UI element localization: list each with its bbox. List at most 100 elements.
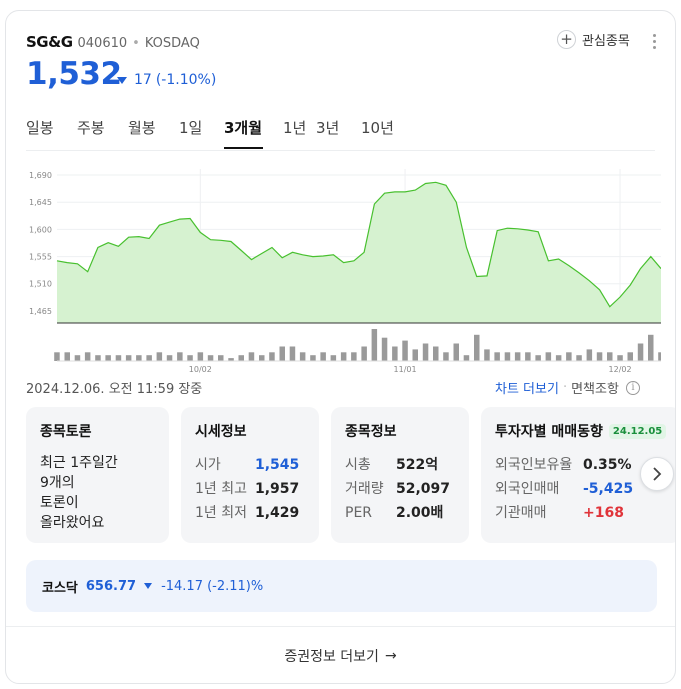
volume-bar — [197, 352, 204, 361]
price-chart[interactable]: 1,690 1,645 1,600 1,555 1,510 1,465 10/02 11/01… — [21, 161, 661, 376]
link-separator: · — [562, 380, 568, 395]
investor-date-badge: 24.12.05 — [608, 423, 667, 439]
more-options-icon[interactable] — [646, 31, 662, 51]
next-panel-button[interactable] — [640, 457, 674, 491]
volume-bar — [412, 349, 418, 361]
volume-bar — [494, 352, 500, 361]
volume-bar — [453, 343, 459, 361]
volume-bar — [146, 355, 152, 361]
tab-monthly[interactable]: 월봉 — [128, 115, 179, 149]
discussion-panel[interactable]: 종목토론 최근 1주일간 9개의 토론이 올라왔어요 — [26, 407, 169, 543]
y-tick-label: 1,645 — [29, 198, 52, 207]
quote-panel[interactable]: 시세정보 시가 1,545 1년 최고 1,957 1년 최저 1,429 — [181, 407, 319, 543]
volume-bar — [484, 349, 490, 361]
stock-market: KOSDAQ — [144, 36, 200, 51]
volume-bar — [156, 352, 163, 361]
quote-value: 1,545 — [255, 457, 300, 473]
volume-bar — [279, 346, 285, 361]
discussion-line: 최근 1주일간 — [40, 455, 118, 471]
investor-title: 투자자별 매매동향 24.12.05 — [495, 421, 667, 441]
volume-bar — [381, 337, 388, 361]
tab-3year[interactable]: 3년 — [316, 115, 361, 149]
y-tick-label: 1,465 — [29, 307, 52, 316]
tab-weekly[interactable]: 주봉 — [77, 115, 128, 149]
volume-bar — [340, 352, 347, 361]
disclaimer-link[interactable]: 면책조항 — [571, 378, 619, 397]
quote-row: 1년 최저 1,429 — [195, 501, 305, 525]
volume-bar — [504, 352, 511, 361]
volume-bar — [269, 352, 275, 361]
quote-key: 1년 최고 — [195, 481, 247, 497]
volume-bar — [535, 355, 541, 361]
watchlist-label: 관심종목 — [582, 34, 630, 49]
quote-row: 1년 최고 1,957 — [195, 477, 305, 501]
quote-value: 1,429 — [255, 505, 300, 521]
quote-title: 시세정보 — [195, 424, 247, 440]
investor-key: 외국인보유율 — [495, 457, 573, 473]
stockinfo-value: 522억 — [396, 457, 439, 473]
kosdaq-index[interactable]: 코스닥 656.77 -14.17 (-2.11)% — [26, 560, 657, 612]
more-stock-info-link[interactable]: 증권정보 더보기 → — [6, 627, 675, 683]
chart-links: 차트 더보기 · 면책조항 i — [495, 378, 640, 397]
stockinfo-row: PER 2.00배 — [345, 501, 455, 525]
arrow-right-icon: → — [384, 648, 397, 664]
volume-bar — [545, 352, 552, 361]
volume-bar — [177, 352, 183, 361]
stockinfo-key: PER — [345, 505, 373, 521]
stockinfo-key: 거래량 — [345, 481, 384, 497]
current-price: 1,532 — [26, 56, 122, 92]
volume-bar — [105, 355, 111, 361]
plus-icon: + — [557, 30, 576, 49]
volume-bar — [74, 355, 81, 361]
separator-dot: • — [132, 36, 140, 51]
volume-bar — [310, 355, 316, 361]
stockinfo-key: 시총 — [345, 457, 371, 473]
volume-bar — [259, 355, 265, 361]
stock-name[interactable]: SG&G — [26, 33, 73, 51]
discussion-title: 종목토론 — [40, 424, 92, 440]
investor-key: 외국인매매 — [495, 481, 560, 497]
down-triangle-icon — [117, 76, 127, 84]
quote-key: 시가 — [195, 457, 221, 473]
volume-bar — [320, 352, 326, 361]
price-area — [57, 182, 661, 323]
stock-code: 040610 — [77, 36, 128, 51]
stockinfo-rows: 시총 522억 거래량 52,097 PER 2.00배 — [345, 453, 455, 525]
kosdaq-change-text: -14.17 (-2.11)% — [161, 578, 264, 594]
chart-more-link[interactable]: 차트 더보기 — [495, 378, 559, 397]
volume-bar — [586, 349, 593, 361]
tab-daily[interactable]: 일봉 — [26, 115, 77, 149]
investor-value: -5,425 — [583, 481, 634, 497]
tab-10year[interactable]: 10년 — [361, 115, 406, 149]
investor-value: 0.35% — [583, 457, 632, 473]
volume-bar — [207, 355, 214, 361]
x-tick-label: 11/01 — [394, 365, 417, 374]
tab-1year[interactable]: 1년 — [283, 115, 316, 149]
volume-bar — [658, 352, 661, 361]
volume-bar — [330, 355, 337, 361]
price-change: 17 (-1.10%) — [117, 72, 216, 88]
volume-bar — [402, 340, 408, 361]
stock-card: SG&G 040610 • KOSDAQ + 관심종목 1,532 17 (-1… — [5, 10, 676, 684]
volume-bar — [566, 352, 572, 361]
tab-divider — [26, 150, 655, 151]
volume-bar — [166, 355, 173, 361]
stockinfo-panel[interactable]: 종목정보 시총 522억 거래량 52,097 PER 2.00배 — [331, 407, 469, 543]
kosdaq-value: 656.77 — [85, 578, 137, 594]
info-icon[interactable]: i — [625, 380, 640, 395]
volume-bar — [648, 334, 654, 361]
investor-row: 기관매매 +168 — [495, 501, 667, 525]
watchlist-button[interactable]: + 관심종목 — [557, 30, 630, 49]
volume-bar — [617, 355, 623, 361]
volume-bar — [299, 352, 306, 361]
tab-3month[interactable]: 3개월 — [224, 115, 263, 149]
volume-bar — [136, 355, 142, 361]
volume-bar — [371, 329, 378, 361]
volume-bar — [627, 352, 633, 361]
volume-bar — [555, 355, 562, 361]
x-tick-label: 12/02 — [609, 365, 632, 374]
tab-1day[interactable]: 1일 — [179, 115, 224, 149]
quote-key: 1년 최저 — [195, 505, 247, 521]
y-tick-label: 1,690 — [29, 171, 52, 180]
stockinfo-value: 52,097 — [396, 481, 451, 497]
